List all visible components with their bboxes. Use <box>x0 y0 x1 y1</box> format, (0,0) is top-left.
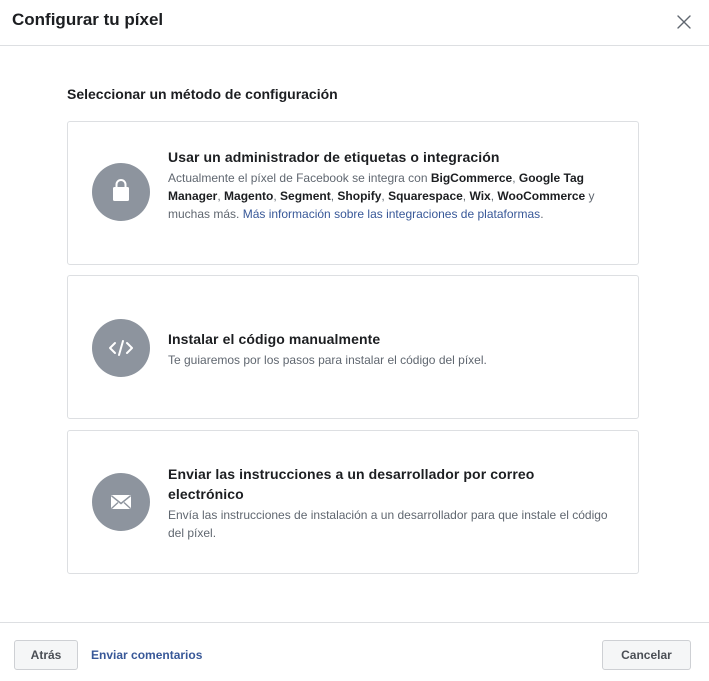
platform-name: BigCommerce <box>430 171 513 185</box>
integrations-learn-more-link[interactable]: Más información sobre las integraciones … <box>243 207 540 221</box>
option-integration-title: Usar un administrador de etiquetas o int… <box>168 149 500 165</box>
option-manual-code-title: Instalar el código manualmente <box>168 331 381 347</box>
dialog-title: Configurar tu píxel <box>12 10 164 29</box>
desc-sep: , <box>512 171 519 185</box>
option-manual-code-desc: Te guiaremos por los pasos para instalar… <box>168 353 487 367</box>
shopping-bag-icon <box>92 163 150 221</box>
pixel-setup-dialog: Configurar tu píxel Seleccionar un métod… <box>0 0 709 681</box>
platform-name: Wix <box>469 189 491 203</box>
dialog-footer: Atrás Enviar comentarios Cancelar <box>0 622 709 681</box>
close-icon[interactable] <box>672 10 696 34</box>
platform-name: Segment <box>280 189 331 203</box>
cancel-button[interactable]: Cancelar <box>602 640 691 670</box>
option-integration-desc: Actualmente el píxel de Facebook se inte… <box>168 169 613 223</box>
option-manual-code-card[interactable]: Instalar el código manualmente Te guiare… <box>67 275 639 419</box>
option-email-developer-card[interactable]: Enviar las instrucciones a un desarrolla… <box>67 430 639 574</box>
option-integration-text: Usar un administrador de etiquetas o int… <box>168 147 613 223</box>
send-feedback-link[interactable]: Enviar comentarios <box>91 648 202 662</box>
dialog-header: Configurar tu píxel <box>0 0 709 46</box>
platform-name: Magento <box>224 189 274 203</box>
platform-name: Squarespace <box>388 189 463 203</box>
back-button[interactable]: Atrás <box>14 640 78 670</box>
option-email-developer-desc: Envía las instrucciones de instalación a… <box>168 508 608 540</box>
platform-name: WooCommerce <box>497 189 586 203</box>
platform-name: Shopify <box>337 189 382 203</box>
option-integration-card[interactable]: Usar un administrador de etiquetas o int… <box>67 121 639 265</box>
envelope-icon <box>92 473 150 531</box>
desc-text: Actualmente el píxel de Facebook se inte… <box>168 171 431 185</box>
code-icon <box>92 319 150 377</box>
desc-end: . <box>540 207 544 221</box>
option-email-developer-text: Enviar las instrucciones a un desarrolla… <box>168 464 613 542</box>
option-manual-code-text: Instalar el código manualmente Te guiare… <box>168 329 613 369</box>
section-title: Seleccionar un método de configuración <box>67 86 338 102</box>
option-email-developer-title: Enviar las instrucciones a un desarrolla… <box>168 466 535 502</box>
